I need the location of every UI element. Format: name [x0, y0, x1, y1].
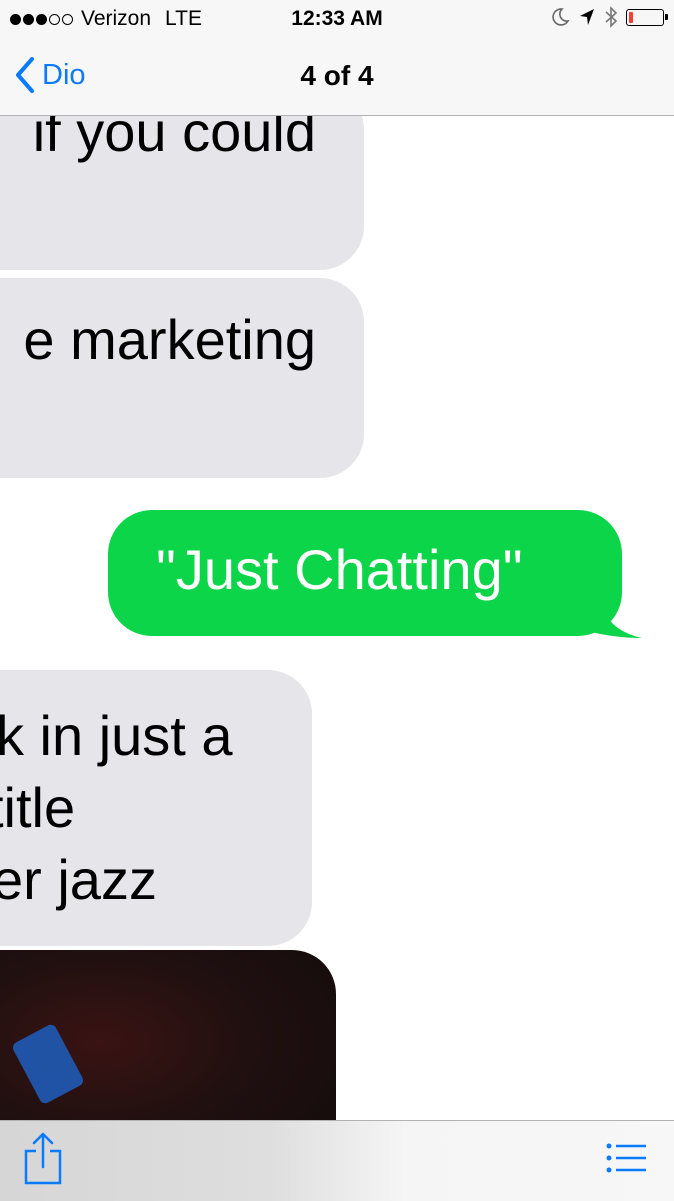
share-icon[interactable] [22, 1131, 64, 1187]
message-text: e marketing [23, 308, 316, 371]
message-bubble-sent: "Just Chatting" [108, 510, 622, 636]
message-text: er jazz [0, 848, 157, 911]
message-bubble-received: if you could [0, 116, 364, 270]
moon-icon [552, 8, 570, 26]
battery-icon [626, 8, 668, 26]
message-photo[interactable] [0, 950, 336, 1120]
bottom-toolbar [0, 1120, 674, 1201]
status-bar: Verizon LTE 12:33 AM [0, 0, 674, 38]
message-bubble-received: k in just a title er jazz [0, 670, 312, 946]
navigation-bar: Dio 4 of 4 [0, 38, 674, 116]
page-title: 4 of 4 [300, 60, 374, 91]
photo-detail [10, 1022, 86, 1106]
bluetooth-icon [605, 6, 618, 28]
message-text: "Just Chatting" [156, 538, 523, 601]
message-bubble-received: e marketing [0, 278, 364, 478]
message-text: title [0, 776, 76, 839]
status-right [550, 6, 668, 28]
message-text: if you could [32, 116, 316, 163]
location-arrow-icon [580, 9, 594, 25]
message-thread[interactable]: if you could e marketing "Just Chatting"… [0, 116, 674, 1120]
list-icon[interactable] [606, 1143, 648, 1173]
battery-fill [629, 11, 633, 23]
message-text: k in just a [0, 704, 233, 767]
